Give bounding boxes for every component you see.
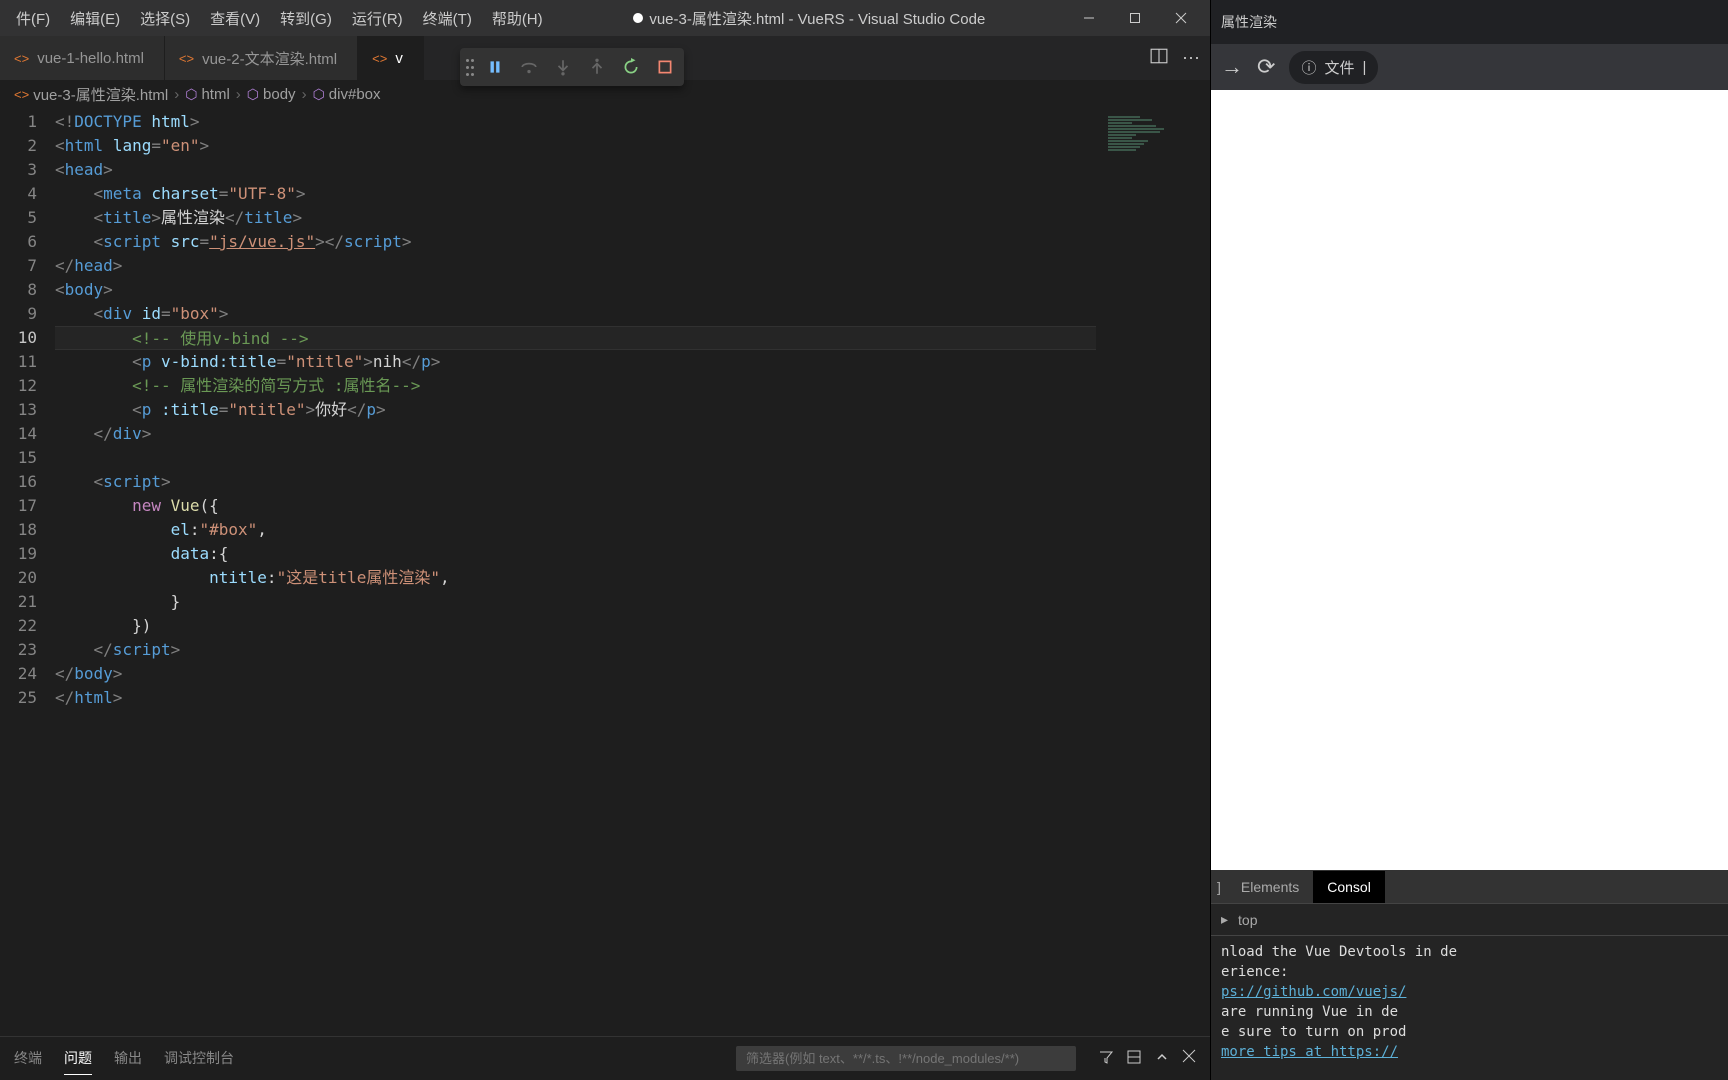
scrollbar[interactable] bbox=[1196, 108, 1210, 1036]
bottom-panel: 终端问题输出调试控制台 bbox=[0, 1036, 1210, 1080]
browser-window: 属性渲染 → ⟳ ⓘ 文件 | ] Elements Consol ▸ top … bbox=[1210, 0, 1728, 1080]
step-into-button[interactable] bbox=[548, 52, 578, 82]
split-editor-button[interactable] bbox=[1150, 47, 1168, 70]
devtools-context-icon[interactable]: ▸ bbox=[1221, 911, 1228, 928]
more-actions-button[interactable]: ··· bbox=[1182, 47, 1200, 70]
devtools-context-dropdown[interactable]: top bbox=[1238, 912, 1257, 928]
step-out-button[interactable] bbox=[582, 52, 612, 82]
maximize-panel-icon[interactable] bbox=[1154, 1049, 1170, 1068]
maximize-button[interactable] bbox=[1112, 0, 1158, 36]
panel-tab[interactable]: 终端 bbox=[14, 1042, 42, 1075]
separator-icon: | bbox=[1362, 59, 1366, 76]
html-file-icon: <> bbox=[372, 51, 387, 66]
browser-tab[interactable]: 属性渲染 bbox=[1211, 0, 1728, 44]
close-panel-icon[interactable] bbox=[1182, 1049, 1196, 1068]
menu-item[interactable]: 选择(S) bbox=[130, 4, 200, 33]
menu-item[interactable]: 终端(T) bbox=[413, 4, 482, 33]
info-icon: ⓘ bbox=[1301, 57, 1316, 78]
devtools-tab-elements[interactable]: Elements bbox=[1227, 871, 1313, 903]
breadcrumb-item[interactable]: ⬡div#box bbox=[313, 86, 381, 103]
code-area[interactable]: <!DOCTYPE html><html lang="en"><head> <m… bbox=[55, 108, 1096, 1036]
chevron-right-icon: › bbox=[174, 86, 179, 103]
console-output[interactable]: nload the Vue Devtools in deerience:ps:/… bbox=[1211, 936, 1728, 1080]
chevron-right-icon: › bbox=[302, 86, 307, 103]
devtools-inspect-icon[interactable]: ] bbox=[1211, 871, 1227, 903]
menu-item[interactable]: 帮助(H) bbox=[482, 4, 553, 33]
drag-handle-icon[interactable] bbox=[464, 55, 476, 79]
chevron-right-icon: › bbox=[236, 86, 241, 103]
editor[interactable]: 1234567891011121314151617181920212223242… bbox=[0, 108, 1210, 1036]
symbol-icon: ⬡ bbox=[185, 86, 197, 103]
menu-item[interactable]: 运行(R) bbox=[342, 4, 413, 33]
line-numbers: 1234567891011121314151617181920212223242… bbox=[0, 108, 55, 1036]
panel-tab[interactable]: 调试控制台 bbox=[164, 1042, 234, 1075]
titlebar: 件(F)编辑(E)选择(S)查看(V)转到(G)运行(R)终端(T)帮助(H) … bbox=[0, 0, 1210, 36]
breadcrumb-item[interactable]: ⬡html bbox=[185, 86, 230, 103]
devtools-tab-console[interactable]: Consol bbox=[1313, 871, 1385, 903]
devtools: ] Elements Consol ▸ top nload the Vue De… bbox=[1211, 870, 1728, 1080]
browser-viewport[interactable] bbox=[1211, 90, 1728, 870]
forward-button[interactable]: → bbox=[1221, 54, 1243, 80]
breadcrumb-item[interactable]: <>vue-3-属性渲染.html bbox=[14, 84, 168, 105]
breadcrumb-item[interactable]: ⬡body bbox=[247, 86, 296, 103]
menu-item[interactable]: 件(F) bbox=[6, 4, 60, 33]
editor-tab[interactable]: <>vue-2-文本渲染.html bbox=[165, 36, 358, 80]
menu-item[interactable]: 查看(V) bbox=[200, 4, 270, 33]
html-file-icon: <> bbox=[14, 51, 29, 66]
stop-button[interactable] bbox=[650, 52, 680, 82]
pause-button[interactable] bbox=[480, 52, 510, 82]
browser-toolbar: → ⟳ ⓘ 文件 | bbox=[1211, 44, 1728, 90]
reload-button[interactable]: ⟳ bbox=[1257, 54, 1275, 80]
window-title: vue-3-属性渲染.html - VueRS - Visual Studio … bbox=[553, 8, 1066, 29]
address-text: 文件 bbox=[1324, 57, 1354, 78]
panel-tab[interactable]: 输出 bbox=[114, 1042, 142, 1075]
filter-icon[interactable] bbox=[1098, 1049, 1114, 1068]
symbol-icon: ⬡ bbox=[313, 86, 325, 103]
minimize-button[interactable] bbox=[1066, 0, 1112, 36]
menu-item[interactable]: 编辑(E) bbox=[60, 4, 130, 33]
editor-tab[interactable]: <>vue-1-hello.html bbox=[0, 36, 165, 80]
vscode-window: 件(F)编辑(E)选择(S)查看(V)转到(G)运行(R)终端(T)帮助(H) … bbox=[0, 0, 1210, 1080]
panel-tab[interactable]: 问题 bbox=[64, 1042, 92, 1075]
browser-tab-title: 属性渲染 bbox=[1221, 12, 1277, 32]
editor-tab[interactable]: <>v bbox=[358, 36, 424, 80]
html-file-icon: <> bbox=[14, 87, 29, 102]
close-button[interactable] bbox=[1158, 0, 1204, 36]
minimap[interactable] bbox=[1096, 108, 1196, 1036]
modified-dot-icon bbox=[633, 13, 643, 23]
problems-filter-input[interactable] bbox=[736, 1046, 1076, 1071]
collapse-icon[interactable] bbox=[1126, 1049, 1142, 1068]
restart-button[interactable] bbox=[616, 52, 646, 82]
symbol-icon: ⬡ bbox=[247, 86, 259, 103]
debug-toolbar[interactable] bbox=[460, 48, 684, 86]
address-bar[interactable]: ⓘ 文件 | bbox=[1289, 51, 1378, 84]
html-file-icon: <> bbox=[179, 51, 194, 66]
menu-item[interactable]: 转到(G) bbox=[270, 4, 342, 33]
window-title-text: vue-3-属性渲染.html - VueRS - Visual Studio … bbox=[649, 8, 985, 29]
step-over-button[interactable] bbox=[514, 52, 544, 82]
